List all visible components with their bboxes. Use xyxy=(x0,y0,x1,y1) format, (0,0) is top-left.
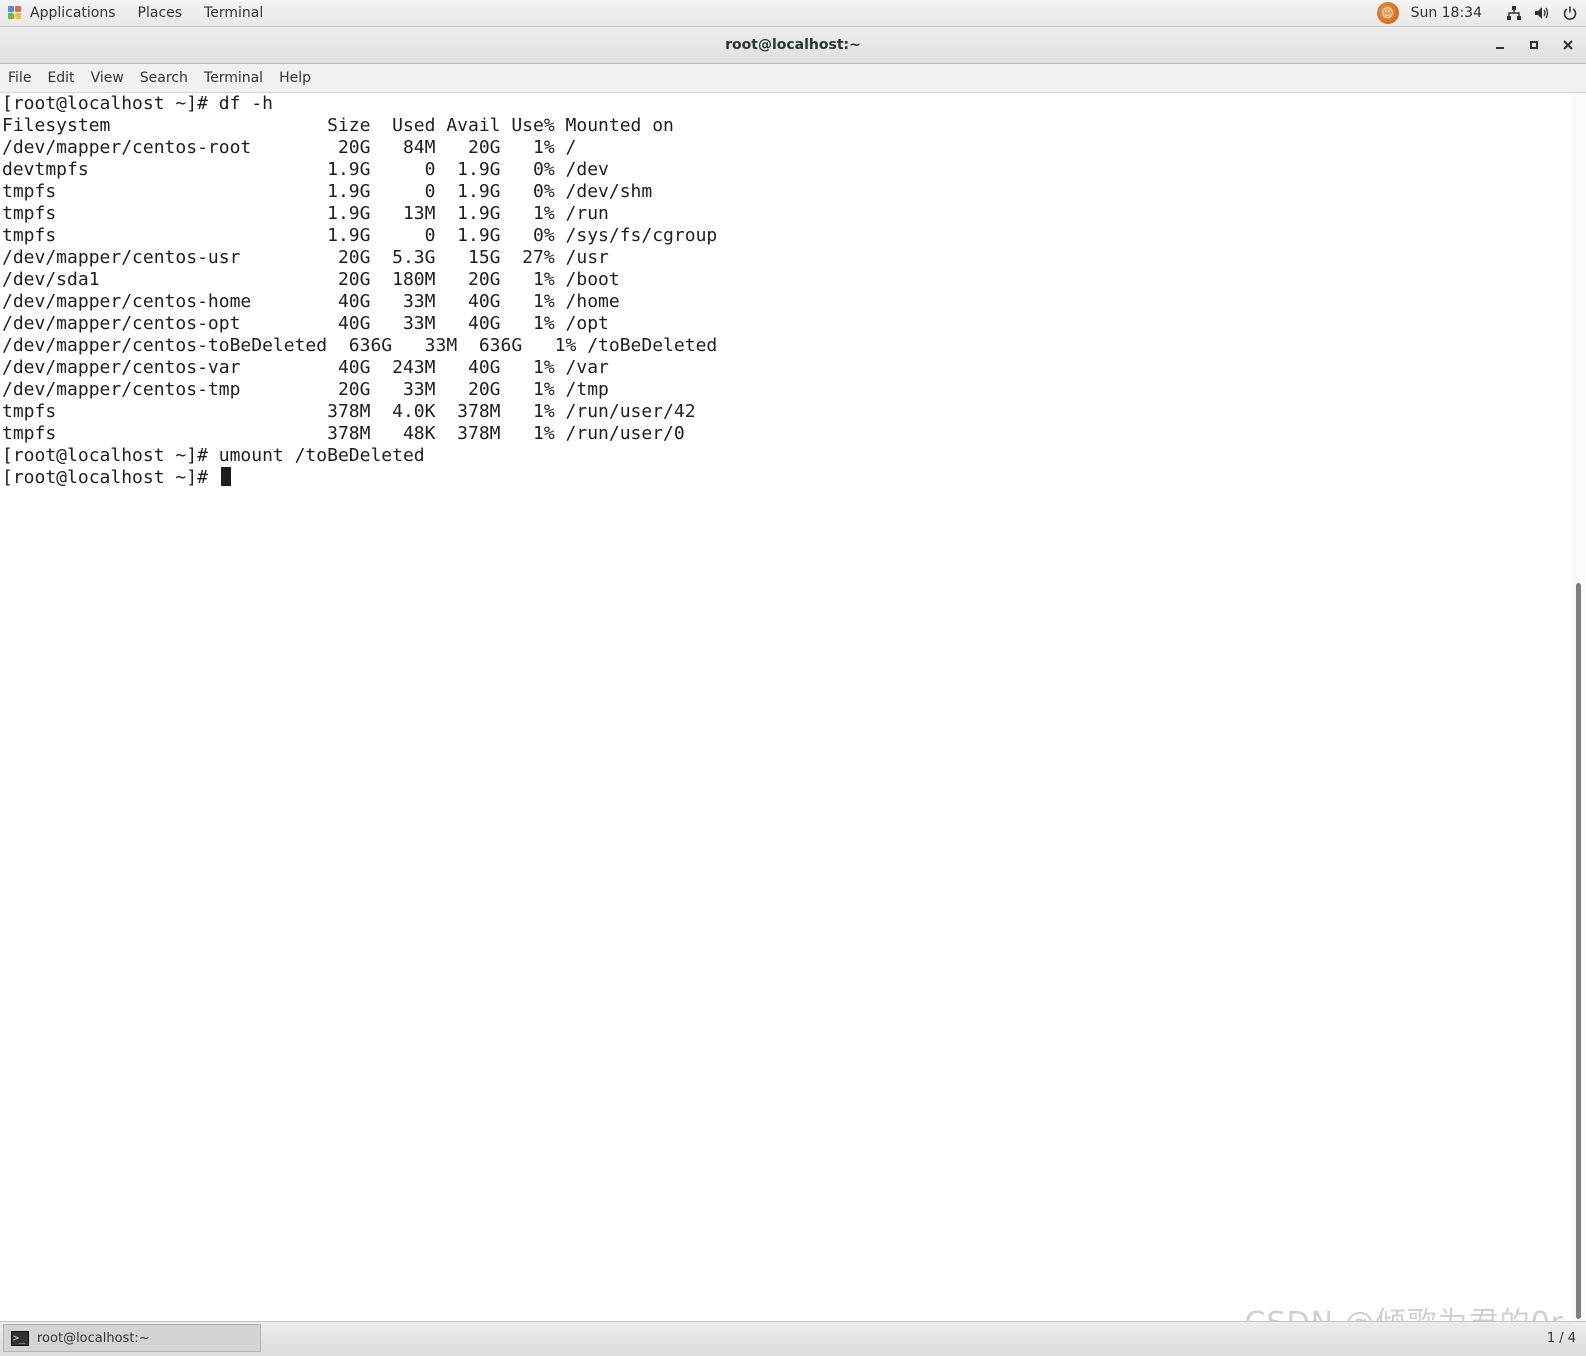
menu-view[interactable]: View xyxy=(83,64,132,92)
terminal-line: /dev/sda1 20G 180M 20G 1% /boot xyxy=(2,269,620,290)
terminal-line: /dev/mapper/centos-var 40G 243M 40G 1% /… xyxy=(2,357,609,378)
user-avatar-icon[interactable]: ☺ xyxy=(1376,2,1399,24)
terminal-line: /dev/mapper/centos-toBeDeleted 636G 33M … xyxy=(2,335,718,356)
places-menu[interactable]: Places xyxy=(138,5,183,21)
terminal-app-menu[interactable]: Terminal xyxy=(204,5,263,21)
volume-icon[interactable] xyxy=(1534,5,1550,21)
clock[interactable]: Sun 18:34 xyxy=(1411,5,1482,21)
close-button[interactable] xyxy=(1558,35,1578,55)
network-icon[interactable] xyxy=(1506,5,1522,21)
scrollbar-thumb[interactable] xyxy=(1576,583,1581,1319)
terminal-line: tmpfs 378M 4.0K 378M 1% /run/user/42 xyxy=(2,401,696,422)
terminal-line: tmpfs 1.9G 0 1.9G 0% /dev/shm xyxy=(2,181,653,202)
menu-edit[interactable]: Edit xyxy=(39,64,82,92)
terminal-line: /dev/mapper/centos-opt 40G 33M 40G 1% /o… xyxy=(2,313,609,334)
terminal-line: devtmpfs 1.9G 0 1.9G 0% /dev xyxy=(2,159,609,180)
terminal-prompt-line: [root@localhost ~]# xyxy=(2,467,1572,489)
applications-label: Applications xyxy=(30,5,116,21)
taskbar-window-button[interactable]: >_ root@localhost:~ xyxy=(3,1324,261,1352)
terminal-line: /dev/mapper/centos-usr 20G 5.3G 15G 27% … xyxy=(2,247,609,268)
terminal-prompt: [root@localhost ~]# xyxy=(2,467,208,488)
top-panel: Applications Places Terminal ☺ Sun 18:34 xyxy=(0,0,1586,27)
terminal-output[interactable]: [root@localhost ~]# df -h Filesystem Size… xyxy=(0,93,1572,1321)
applications-icon xyxy=(8,6,22,20)
terminal-line: tmpfs 1.9G 0 1.9G 0% /sys/fs/cgroup xyxy=(2,225,718,246)
menu-file[interactable]: File xyxy=(0,64,39,92)
terminal-line: [root@localhost ~]# df -h xyxy=(2,93,273,114)
terminal-line: /dev/mapper/centos-home 40G 33M 40G 1% /… xyxy=(2,291,620,312)
bottom-taskbar: >_ root@localhost:~ 1 / 4 xyxy=(0,1321,1586,1356)
maximize-button[interactable] xyxy=(1524,35,1544,55)
menubar: File Edit View Search Terminal Help xyxy=(0,64,1586,93)
terminal-scrollbar[interactable] xyxy=(1572,93,1586,1321)
menu-search[interactable]: Search xyxy=(132,64,196,92)
terminal-line: tmpfs 378M 48K 378M 1% /run/user/0 xyxy=(2,423,685,444)
minimize-button[interactable] xyxy=(1490,35,1510,55)
terminal-line: Filesystem Size Used Avail Use% Mounted … xyxy=(2,115,674,136)
workspace-indicator[interactable]: 1 / 4 xyxy=(1547,1322,1576,1356)
menu-terminal[interactable]: Terminal xyxy=(196,64,271,92)
power-icon[interactable] xyxy=(1562,5,1578,21)
menu-help[interactable]: Help xyxy=(271,64,319,92)
terminal-icon: >_ xyxy=(11,1330,29,1346)
terminal-line: [root@localhost ~]# umount /toBeDeleted xyxy=(2,445,425,466)
window-title: root@localhost:~ xyxy=(725,37,861,53)
window-titlebar[interactable]: root@localhost:~ xyxy=(0,27,1586,64)
terminal-line: /dev/mapper/centos-root 20G 84M 20G 1% / xyxy=(2,137,577,158)
taskbar-window-label: root@localhost:~ xyxy=(37,1330,150,1346)
applications-menu[interactable]: Applications xyxy=(8,5,116,21)
terminal-cursor xyxy=(220,467,231,486)
terminal-line: /dev/mapper/centos-tmp 20G 33M 20G 1% /t… xyxy=(2,379,609,400)
terminal-line: tmpfs 1.9G 13M 1.9G 1% /run xyxy=(2,203,609,224)
